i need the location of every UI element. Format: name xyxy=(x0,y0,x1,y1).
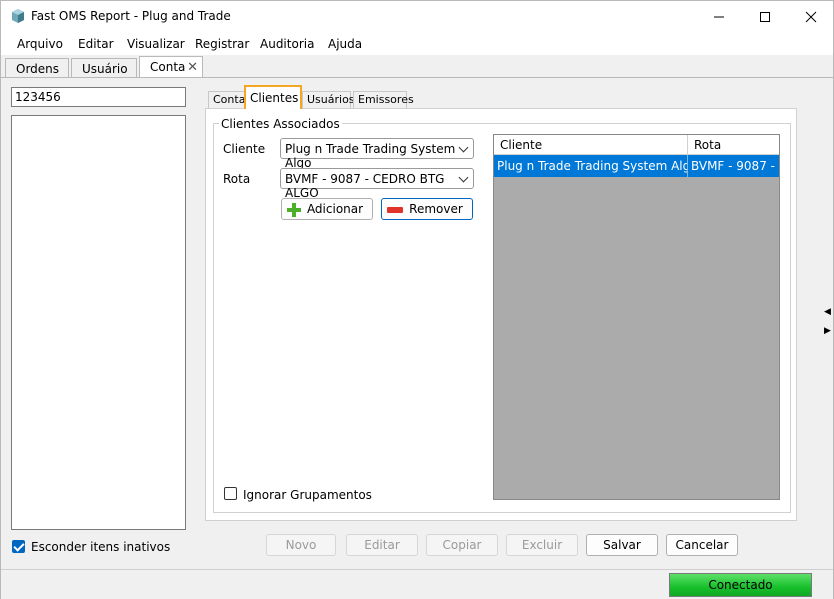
menu-ajuda[interactable]: Ajuda xyxy=(328,37,362,51)
plus-icon xyxy=(287,203,301,217)
connection-status-badge: Conectado xyxy=(669,573,812,597)
minus-icon xyxy=(387,207,403,213)
close-window-button[interactable] xyxy=(788,1,834,33)
chevron-down-icon xyxy=(458,142,469,153)
add-client-label: Adicionar xyxy=(306,202,364,216)
copiar-button[interactable]: Copiar xyxy=(426,534,498,556)
menu-registrar[interactable]: Registrar xyxy=(195,37,249,51)
column-header-rota[interactable]: Rota xyxy=(688,135,779,155)
column-header-cliente[interactable]: Cliente xyxy=(494,135,688,155)
excluir-button[interactable]: Excluir xyxy=(506,534,578,556)
doc-tab-label: Ordens xyxy=(16,62,60,76)
title-bar: Fast OMS Report - Plug and Trade xyxy=(1,1,833,33)
grid-header: Cliente Rota xyxy=(494,135,779,155)
rota-select[interactable]: BVMF - 9087 - CEDRO BTG ALGO xyxy=(280,168,474,200)
menu-visualizar[interactable]: Visualizar xyxy=(127,37,185,51)
minimize-button[interactable] xyxy=(696,1,742,33)
cell-cliente: Plug n Trade Trading System Algo xyxy=(494,155,688,177)
collapse-left-icon[interactable]: ◀ xyxy=(824,307,831,317)
doc-tab-conta[interactable]: Conta ✕ xyxy=(139,56,203,78)
table-row[interactable]: Plug n Trade Trading System Algo BVMF - … xyxy=(494,155,779,177)
tab-conta[interactable]: Conta xyxy=(208,91,245,108)
account-list[interactable] xyxy=(11,115,186,530)
cancelar-button[interactable]: Cancelar xyxy=(666,534,738,556)
group-title: Clientes Associados xyxy=(219,117,342,131)
window-title: Fast OMS Report - Plug and Trade xyxy=(31,9,231,23)
doc-tab-label: Usuário xyxy=(82,62,128,76)
hide-inactive-label: Esconder itens inativos xyxy=(31,540,171,554)
menu-editar[interactable]: Editar xyxy=(78,37,114,51)
hide-inactive-checkbox[interactable] xyxy=(12,540,25,553)
ignore-groupings-label: Ignorar Grupamentos xyxy=(243,488,372,502)
ignore-groupings-checkbox[interactable] xyxy=(224,487,237,500)
tab-clientes[interactable]: Clientes xyxy=(244,85,302,109)
cliente-select[interactable]: Plug n Trade Trading System Algo xyxy=(280,138,474,170)
close-icon xyxy=(805,11,817,23)
maximize-button[interactable] xyxy=(742,1,788,33)
cell-rota: BVMF - 9087 - ... xyxy=(691,159,779,173)
tab-emissores[interactable]: Emissores xyxy=(353,91,414,108)
tab-usuarios[interactable]: Usuários xyxy=(302,91,355,108)
maximize-icon xyxy=(760,12,770,22)
menu-bar: Arquivo Editar Visualizar Registrar Audi… xyxy=(1,33,833,55)
doc-tab-usuario[interactable]: Usuário xyxy=(71,58,137,78)
app-window: Fast OMS Report - Plug and Trade Arquivo… xyxy=(0,0,834,599)
novo-button[interactable]: Novo xyxy=(266,534,336,556)
rota-label: Rota xyxy=(223,172,251,186)
salvar-button[interactable]: Salvar xyxy=(586,534,658,556)
menu-auditoria[interactable]: Auditoria xyxy=(260,37,314,51)
close-tab-icon[interactable]: ✕ xyxy=(187,60,198,75)
tab-divider xyxy=(1,77,833,78)
add-client-button[interactable]: Adicionar xyxy=(281,198,373,220)
cliente-label: Cliente xyxy=(223,142,266,156)
account-search-input[interactable]: 123456 xyxy=(11,87,186,107)
editar-button[interactable]: Editar xyxy=(346,534,418,556)
remove-client-button[interactable]: Remover xyxy=(381,198,473,220)
associated-clients-grid[interactable]: Cliente Rota Plug n Trade Trading System… xyxy=(493,134,780,500)
minimize-icon xyxy=(714,16,724,18)
doc-tab-ordens[interactable]: Ordens xyxy=(5,58,69,78)
expand-right-icon[interactable]: ▶ xyxy=(824,326,831,336)
doc-tab-label: Conta xyxy=(150,60,186,74)
chevron-down-icon xyxy=(458,172,469,183)
menu-arquivo[interactable]: Arquivo xyxy=(17,37,63,51)
app-logo-icon xyxy=(12,9,24,23)
document-tabs: Ordens Usuário Conta ✕ xyxy=(1,56,833,78)
